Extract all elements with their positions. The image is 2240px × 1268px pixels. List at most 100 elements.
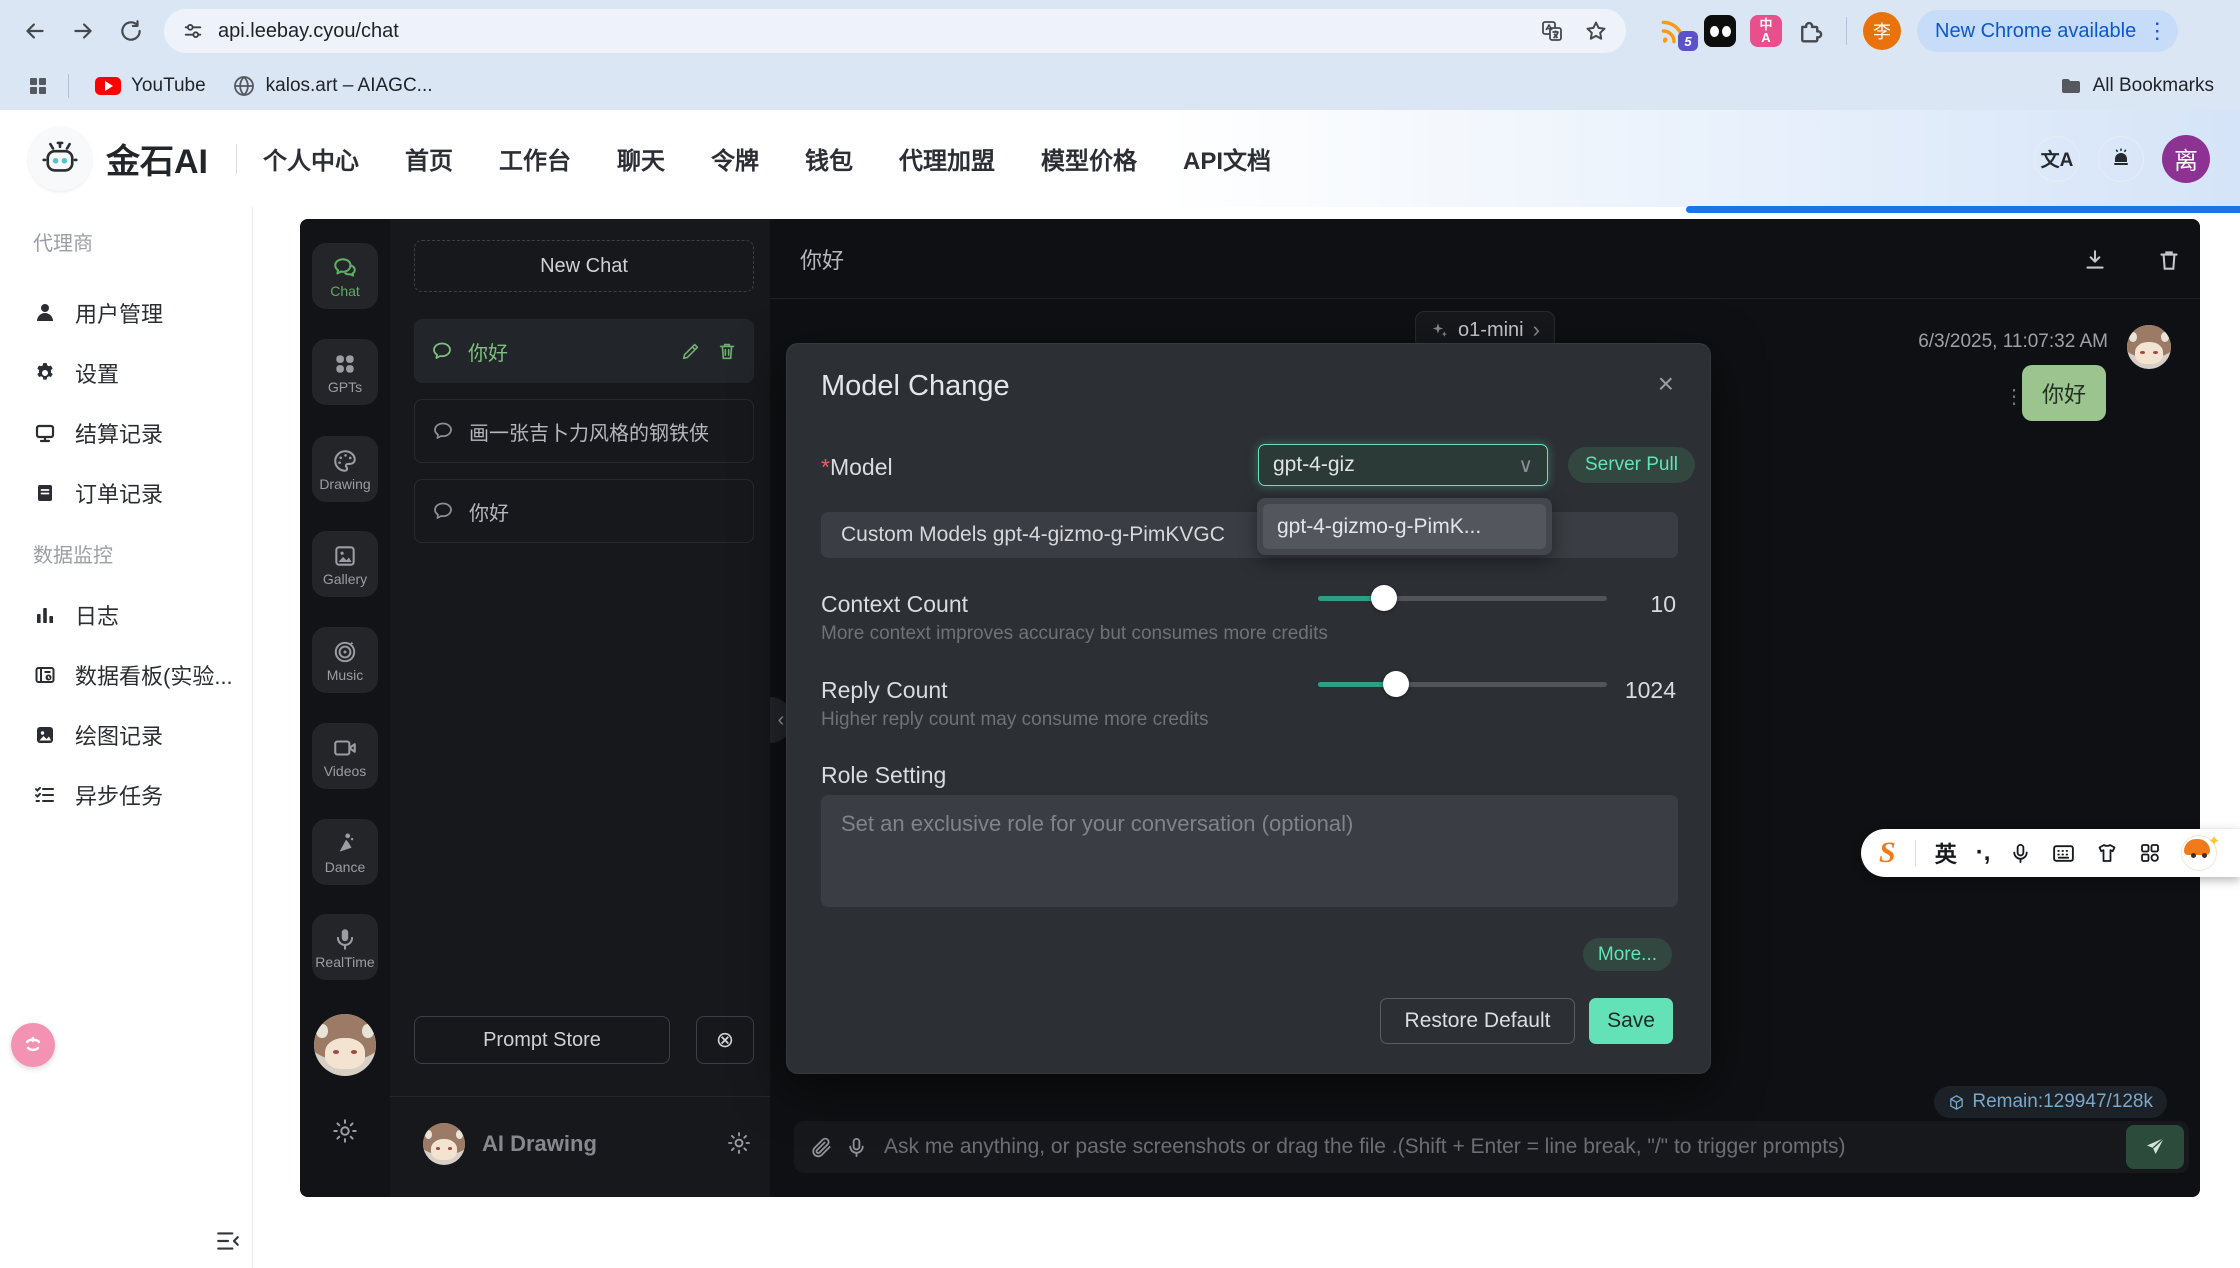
more-button[interactable]: More... <box>1583 938 1672 971</box>
nav-item-wallet[interactable]: 钱包 <box>805 141 853 176</box>
translate-extension-icon[interactable]: 中A <box>1750 15 1782 47</box>
chrome-menu-icon[interactable]: ⋮ <box>2146 18 2168 44</box>
rail-user-avatar[interactable] <box>314 1014 376 1076</box>
save-button[interactable]: Save <box>1589 998 1673 1044</box>
bar-chart-icon <box>33 603 57 627</box>
role-setting-textarea[interactable] <box>821 795 1678 907</box>
brand-logo-icon[interactable] <box>28 127 92 191</box>
sidebar-item-settings[interactable]: 设置 <box>33 343 119 403</box>
sidebar-collapse-icon[interactable] <box>215 1228 241 1254</box>
sidebar-section-monitoring: 数据监控 <box>33 539 113 568</box>
back-icon[interactable] <box>22 18 48 44</box>
sidebar-item-logs[interactable]: 日志 <box>33 585 119 645</box>
attach-paperclip-icon[interactable] <box>810 1136 833 1159</box>
rail-item-dance[interactable]: Dance <box>312 819 378 885</box>
user-avatar[interactable]: 离 <box>2162 135 2210 183</box>
bookmark-youtube[interactable]: YouTube <box>95 75 206 97</box>
server-pull-button[interactable]: Server Pull <box>1568 447 1695 483</box>
new-chat-button[interactable]: New Chat <box>414 240 754 292</box>
rail-item-drawing[interactable]: Drawing <box>312 436 378 502</box>
floating-service-widget[interactable] <box>11 1023 55 1067</box>
nav-item-api-docs[interactable]: API文档 <box>1183 141 1271 176</box>
url-bar[interactable]: api.leebay.cyou/chat <box>164 9 1626 53</box>
rail-item-gallery[interactable]: Gallery <box>312 531 378 597</box>
slider-handle[interactable] <box>1371 585 1397 611</box>
conversation-settings-gear-icon[interactable] <box>726 1130 752 1156</box>
context-count-slider[interactable] <box>1318 585 1607 611</box>
ime-skin-icon[interactable] <box>2095 841 2119 865</box>
sidebar-item-settlement-records[interactable]: 结算记录 <box>33 403 163 463</box>
notification-bell-icon[interactable] <box>2098 136 2144 182</box>
browser-profile-avatar[interactable]: 李 <box>1863 12 1901 50</box>
nav-item-profile[interactable]: 个人中心 <box>263 141 359 176</box>
message-input[interactable] <box>884 1135 2126 1159</box>
rail-item-music[interactable]: Music <box>312 627 378 693</box>
model-select[interactable]: gpt-4-giz ∨ <box>1258 444 1548 486</box>
extensions-puzzle-icon[interactable] <box>1796 15 1828 47</box>
list-user-name: AI Drawing <box>482 1131 597 1157</box>
slider-handle[interactable] <box>1383 671 1409 697</box>
sogou-logo-icon[interactable]: S <box>1879 838 1896 868</box>
send-button[interactable] <box>2126 1125 2184 1169</box>
ime-language-mode[interactable]: 英 <box>1935 837 1957 869</box>
rss-extension-icon[interactable]: 5 <box>1658 15 1690 47</box>
ime-mascot-icon[interactable]: ✦ <box>2181 835 2217 871</box>
model-field-label: *Model <box>821 454 893 481</box>
nav-item-home[interactable]: 首页 <box>405 141 453 176</box>
user-icon <box>33 301 57 325</box>
brand-title[interactable]: 金石AI <box>106 134 208 183</box>
delete-chat-icon[interactable] <box>2156 247 2182 273</box>
prompt-store-button[interactable]: Prompt Store <box>414 1016 670 1064</box>
ime-keyboard-icon[interactable] <box>2051 841 2076 866</box>
nav-item-affiliate[interactable]: 代理加盟 <box>899 141 995 176</box>
conversation-item[interactable]: 画一张吉卜力风格的钢铁侠 <box>414 399 754 463</box>
dark-extension-icon[interactable] <box>1704 15 1736 47</box>
new-chrome-button[interactable]: New Chrome available ⋮ <box>1917 10 2178 52</box>
all-bookmarks-button[interactable]: All Bookmarks <box>2059 62 2214 110</box>
sidebar-item-user-management[interactable]: 用户管理 <box>33 283 163 343</box>
conversation-item-active[interactable]: 你好 <box>414 319 754 383</box>
sidebar-item-order-records[interactable]: 订单记录 <box>33 463 163 523</box>
sidebar-item-drawing-records[interactable]: 绘图记录 <box>33 705 163 765</box>
speech-bubble-icon <box>430 339 454 363</box>
rail-item-videos[interactable]: Videos <box>312 723 378 789</box>
nav-item-pricing[interactable]: 模型价格 <box>1041 141 1137 176</box>
forward-icon[interactable] <box>70 18 96 44</box>
nav-item-tokens[interactable]: 令牌 <box>711 141 759 176</box>
rail-item-gpts[interactable]: GPTs <box>312 339 378 405</box>
sidebar-item-async-tasks[interactable]: 异步任务 <box>33 765 163 825</box>
globe-icon <box>232 74 256 98</box>
nav-item-workbench[interactable]: 工作台 <box>499 141 571 176</box>
edit-conversation-icon[interactable] <box>680 340 702 362</box>
message-menu-icon[interactable]: ⋮ <box>2004 387 2024 408</box>
ime-menu-grid-icon[interactable] <box>2138 841 2162 865</box>
list-user-avatar[interactable] <box>423 1123 465 1165</box>
conversation-item[interactable]: 你好 <box>414 479 754 543</box>
ime-punctuation-icon[interactable]: ·, <box>1976 839 1991 867</box>
page-translate-icon[interactable] <box>1540 19 1564 43</box>
sidebar-item-dashboard[interactable]: 数据看板(实验... <box>33 645 233 705</box>
voice-input-icon[interactable] <box>845 1136 868 1159</box>
apps-grid-icon[interactable] <box>26 74 50 98</box>
sidebar-section-agent: 代理商 <box>33 227 93 256</box>
rail-settings-gear-icon[interactable] <box>331 1117 359 1145</box>
bookmark-star-icon[interactable] <box>1584 19 1608 43</box>
url-text[interactable]: api.leebay.cyou/chat <box>218 20 399 43</box>
ime-voice-icon[interactable] <box>2009 842 2032 865</box>
close-icon[interactable]: × <box>1658 370 1674 398</box>
reload-icon[interactable] <box>118 18 144 44</box>
nav-item-chat[interactable]: 聊天 <box>617 141 665 176</box>
delete-conversation-icon[interactable] <box>716 340 738 362</box>
context-count-hint: More context improves accuracy but consu… <box>821 623 1328 645</box>
rail-item-chat[interactable]: Chat <box>312 243 378 309</box>
language-toggle-icon[interactable]: 文A <box>2034 136 2080 182</box>
bookmark-kalos[interactable]: kalos.art – AIAGC... <box>232 74 433 98</box>
download-chat-icon[interactable] <box>2082 247 2108 273</box>
close-circle-button[interactable]: ⊗ <box>696 1016 754 1064</box>
rail-item-realtime[interactable]: RealTime <box>312 914 378 980</box>
model-dropdown-option[interactable]: gpt-4-gizmo-g-PimK... <box>1263 504 1546 549</box>
restore-default-button[interactable]: Restore Default <box>1380 998 1575 1044</box>
chevron-left-icon: ‹ <box>778 709 785 732</box>
toolbar-divider <box>1846 17 1847 45</box>
reply-count-slider[interactable] <box>1318 671 1607 697</box>
